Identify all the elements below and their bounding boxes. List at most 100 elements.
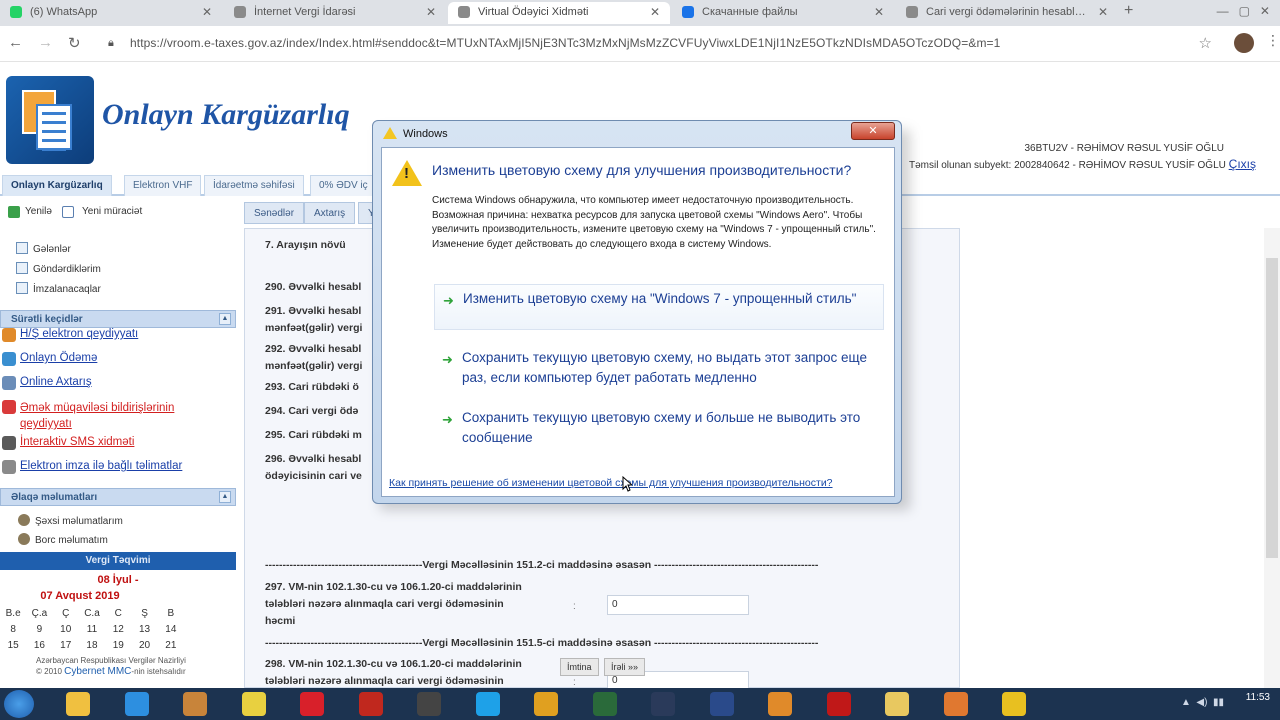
quick-link[interactable]: H/Ş elektron qeydiyyatı [2, 328, 139, 342]
profile-avatar[interactable] [1234, 33, 1254, 53]
back-button[interactable]: İmtina [560, 658, 599, 676]
tab-close-icon[interactable]: ✕ [202, 2, 212, 22]
back-icon[interactable]: ← [8, 34, 23, 51]
media-player-icon[interactable] [768, 692, 792, 716]
internet-explorer-icon[interactable] [124, 692, 149, 716]
collapse-icon[interactable]: ▲ [219, 491, 231, 503]
refresh-icon[interactable] [8, 206, 20, 218]
tab-close-icon[interactable]: ✕ [426, 2, 436, 22]
menu-kebab-icon[interactable]: ⋮ [1266, 32, 1280, 49]
browser-tab[interactable]: Скачанные файлы ✕ [672, 2, 894, 24]
reload-icon[interactable]: ↻ [68, 34, 81, 52]
tab-favicon-icon [458, 6, 470, 18]
debt-info-link[interactable]: Borc məlumatım [18, 533, 108, 546]
arrow-icon: ➜ [443, 293, 454, 308]
quick-link-label: Əmək müqaviləsi bildirişlərinin qeydiyya… [20, 402, 175, 430]
explorer-icon[interactable] [66, 692, 90, 716]
calendar-cell: 11 [86, 624, 98, 635]
quick-link[interactable]: Əmək müqaviləsi bildirişlərinin qeydiyya… [2, 400, 200, 432]
quick-link[interactable]: Elektron imza ilə bağlı təlimatlar [2, 460, 182, 474]
forward-icon[interactable]: → [38, 34, 53, 51]
skype-icon[interactable] [475, 692, 500, 716]
clapperboard-icon[interactable] [417, 692, 441, 716]
tab-elektron-vhf[interactable]: Elektron VHF [124, 175, 202, 196]
tab-search[interactable]: Axtarış [304, 202, 356, 224]
quick-link[interactable]: İnteraktiv SMS xidməti [2, 436, 134, 450]
refresh-button[interactable]: Yenilə [25, 206, 52, 217]
address-bar[interactable]: 🔒︎ https://vroom.e-taxes.gov.az/index/In… [100, 31, 1220, 57]
quick-link-label: H/Ş elektron qeydiyyatı [20, 328, 139, 340]
windows-dialog: Windows ✕ ! Изменить цветовую схему для … [372, 120, 902, 504]
clock[interactable]: 11:53 [1246, 692, 1270, 704]
dialog-close-button[interactable]: ✕ [851, 122, 895, 140]
bookmark-star-icon[interactable]: ☆ [1199, 34, 1212, 52]
logout-link[interactable]: Çıxış [1229, 157, 1256, 171]
option-basic-scheme[interactable]: ➜ Изменить цветовую схему на "Windows 7 -… [434, 284, 884, 330]
paint-icon[interactable] [943, 692, 968, 716]
item-297-input[interactable]: 0 [607, 595, 749, 615]
photoshop-icon[interactable] [709, 692, 734, 716]
mouse-cursor-icon [622, 476, 632, 492]
tab-close-icon[interactable]: ✕ [874, 2, 884, 22]
browser-tab[interactable]: İnternet Vergi İdarəsi ✕ [224, 2, 446, 24]
person-icon [18, 514, 30, 526]
tab-close-icon[interactable]: ✕ [650, 2, 660, 22]
calendar-weekdays: B.e Ç.a Ç C.a C Ş B [0, 608, 184, 619]
folder-icon[interactable] [885, 692, 909, 716]
warning-icon [383, 127, 397, 139]
calendar-header: Vergi Təqvimi [0, 552, 236, 570]
dialog-heading: Изменить цветовую схему для улучшения пр… [432, 162, 852, 178]
option-keep-ask-again[interactable]: ➜ Сохранить текущую цветовую схему, но вы… [434, 344, 884, 390]
folder-to-sign[interactable]: İmzalanacaqlar [16, 282, 101, 295]
personal-info-link[interactable]: Şəxsi məlumatlarım [18, 514, 123, 527]
tab-idaretme[interactable]: İdarəetmə səhifəsi [204, 175, 304, 196]
tab-edv[interactable]: 0% ƏDV iç [310, 175, 377, 196]
tab-label: (6) WhatsApp [30, 6, 98, 18]
scrollbar[interactable] [1264, 228, 1280, 688]
option-keep-never-ask[interactable]: ➜ Сохранить текущую цветовую схему и боль… [434, 404, 884, 444]
filezilla-icon[interactable] [358, 692, 383, 716]
collapse-icon[interactable]: ▲ [219, 313, 231, 325]
tab-documents[interactable]: Sənədlər [244, 202, 305, 224]
system-tray[interactable]: ▲ ◀) ▮▮ [1181, 697, 1224, 708]
browser-tab-strip: (6) WhatsApp ✕ İnternet Vergi İdarəsi ✕ Virt… [0, 0, 1280, 26]
help-link[interactable]: Как принять решение об изменении цветово… [389, 477, 833, 489]
tab-favicon-icon [10, 6, 22, 18]
warning-icon[interactable] [1002, 692, 1026, 716]
lightroom-icon[interactable] [651, 692, 675, 716]
terminal-icon[interactable] [592, 692, 617, 716]
tab-close-icon[interactable]: ✕ [1098, 2, 1108, 22]
user-folder-icon[interactable] [241, 692, 266, 716]
next-button[interactable]: İrəli »» [604, 658, 646, 676]
new-request-icon[interactable] [62, 206, 74, 218]
new-tab-button[interactable]: + [1124, 2, 1133, 20]
browser-toolbar: ← → ↻ 🔒︎ https://vroom.e-taxes.gov.az/in… [0, 26, 1280, 62]
dialog-title: Windows [383, 127, 448, 140]
quick-links-header[interactable]: Sürətli keçidlər ▲ [0, 310, 236, 328]
browser-tab[interactable]: Cari vergi ödəmələrinin hesabl… ✕ [896, 2, 1118, 24]
folder-inbox[interactable]: Gələnlər [16, 242, 71, 255]
tab-onlayn-karguzarliq[interactable]: Onlayn Kargüzarlıq [2, 175, 112, 196]
contact-header[interactable]: Əlaqə məlumatları ▲ [0, 488, 236, 506]
site-logo [6, 76, 94, 164]
chrome-icon[interactable] [534, 692, 558, 716]
acrobat-icon[interactable] [826, 692, 851, 716]
address-url[interactable]: https://vroom.e-taxes.gov.az/index/Index… [130, 36, 1000, 50]
library-icon[interactable] [183, 692, 207, 716]
quick-link[interactable]: Onlayn Ödəmə [2, 352, 97, 366]
browser-tab[interactable]: (6) WhatsApp ✕ [0, 2, 222, 24]
window-controls[interactable]: — ▢ ✕ [1217, 4, 1270, 18]
footer-ministry: Azərbaycan Respublikası Vergilər Nazirli… [36, 656, 186, 665]
sign-icon [16, 282, 28, 294]
start-button[interactable] [4, 690, 34, 718]
calendar-week: 8 9 10 11 12 13 14 [0, 624, 184, 635]
quick-link[interactable]: Online Axtarış [2, 376, 92, 390]
calendar-cell: B [167, 608, 175, 619]
new-request-button[interactable]: Yeni müraciət [82, 206, 142, 217]
form-item-label: 295. Cari rübdəki m [265, 429, 362, 441]
opera-icon[interactable] [300, 692, 324, 716]
folder-sent[interactable]: Göndərdiklərim [16, 262, 101, 275]
scrollbar-thumb[interactable] [1266, 258, 1278, 558]
browser-tab[interactable]: Virtual Ödəyici Xidməti ✕ [448, 2, 670, 24]
user-subject-line: Təmsil olunan subyekt: 2002840642 - RƏHİ… [909, 157, 1256, 171]
